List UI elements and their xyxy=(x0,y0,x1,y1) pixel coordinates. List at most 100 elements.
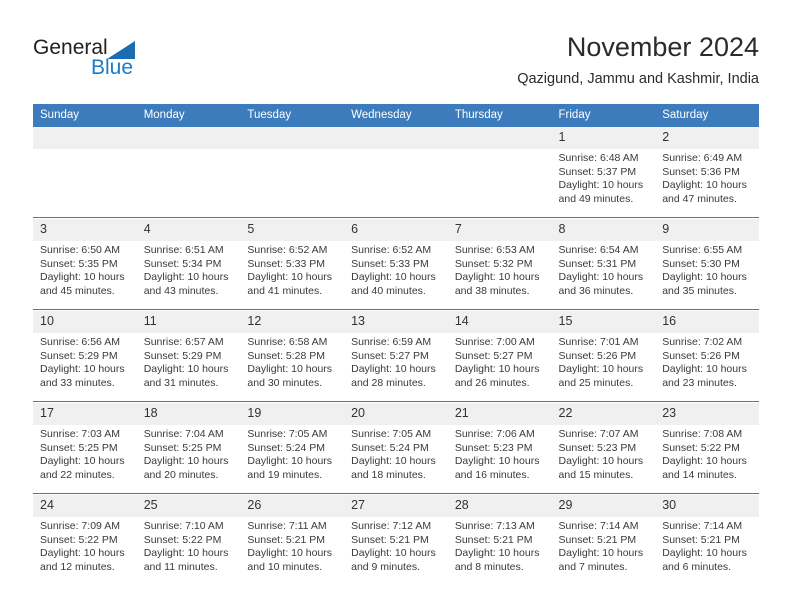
calendar-day-cell[interactable]: 11 Sunrise: 6:57 AM Sunset: 5:29 PM Dayligh… xyxy=(136,311,241,402)
day-sun-info-line: and 49 minutes. xyxy=(558,192,634,205)
day-sun-info-line: Daylight: 10 hours xyxy=(143,547,229,560)
day-sun-info: Sunrise: 7:12 AM Sunset: 5:21 PM Daylight:… xyxy=(344,517,448,574)
day-number: 29 xyxy=(551,495,656,517)
day-sun-info-line: Sunset: 5:33 PM xyxy=(351,257,429,270)
day-sun-info: Sunrise: 7:13 AM Sunset: 5:21 PM Daylight:… xyxy=(448,517,552,574)
weekday-header-monday: Monday xyxy=(136,104,241,127)
day-sun-info: Sunrise: 6:48 AM Sunset: 5:37 PM Daylight:… xyxy=(552,149,656,206)
day-sun-info: Sunrise: 7:01 AM Sunset: 5:26 PM Daylight:… xyxy=(552,333,656,390)
calendar-day-cell[interactable]: 27 Sunrise: 7:12 AM Sunset: 5:21 PM Dayligh… xyxy=(344,495,448,585)
calendar-day-cell[interactable]: 13 Sunrise: 6:59 AM Sunset: 5:27 PM Dayligh… xyxy=(344,311,448,402)
day-sun-info-line: Sunset: 5:26 PM xyxy=(558,349,637,362)
day-sun-info-line: Sunrise: 7:11 AM xyxy=(247,520,327,532)
calendar-day-cell[interactable]: 9 Sunrise: 6:55 AM Sunset: 5:30 PM Daylight… xyxy=(655,219,759,310)
calendar-day-cell[interactable] xyxy=(344,127,448,218)
day-cell-empty xyxy=(344,127,448,217)
calendar-day-cell[interactable]: 20 Sunrise: 7:05 AM Sunset: 5:24 PM Dayligh… xyxy=(344,403,448,494)
day-number: 24 xyxy=(33,495,137,517)
day-cell-content: 19 Sunrise: 7:05 AM Sunset: 5:24 PM Dayligh… xyxy=(240,403,345,493)
calendar-day-cell[interactable]: 19 Sunrise: 7:05 AM Sunset: 5:24 PM Dayligh… xyxy=(240,403,345,494)
day-sun-info-line: and 12 minutes. xyxy=(40,560,115,573)
day-number: 1 xyxy=(551,127,656,149)
day-sun-info-line: Sunrise: 6:50 AM xyxy=(40,244,120,256)
day-sun-info: Sunrise: 6:50 AM Sunset: 5:35 PM Daylight:… xyxy=(33,241,137,298)
calendar-day-cell[interactable]: 25 Sunrise: 7:10 AM Sunset: 5:22 PM Dayligh… xyxy=(136,495,241,585)
calendar-day-cell[interactable]: 5 Sunrise: 6:52 AM Sunset: 5:33 PM Daylight… xyxy=(240,219,345,310)
day-sun-info-line: and 14 minutes. xyxy=(662,468,737,481)
calendar-week-row: 24 Sunrise: 7:09 AM Sunset: 5:22 PM Dayligh… xyxy=(33,495,759,585)
calendar-day-cell[interactable]: 10 Sunrise: 6:56 AM Sunset: 5:29 PM Dayligh… xyxy=(33,311,137,402)
day-cell-content: 14 Sunrise: 7:00 AM Sunset: 5:27 PM Dayligh… xyxy=(447,311,552,401)
calendar-day-cell[interactable] xyxy=(136,127,241,218)
calendar-day-cell[interactable]: 15 Sunrise: 7:01 AM Sunset: 5:26 PM Dayligh… xyxy=(551,311,656,402)
day-sun-info-line: and 22 minutes. xyxy=(40,468,115,481)
day-sun-info-line: Daylight: 10 hours xyxy=(247,455,333,468)
weekday-header-friday: Friday xyxy=(551,104,656,127)
day-sun-info-line: Sunset: 5:21 PM xyxy=(247,533,326,546)
day-number: 30 xyxy=(655,495,759,517)
calendar-day-cell[interactable]: 1 Sunrise: 6:48 AM Sunset: 5:37 PM Daylight… xyxy=(551,127,656,218)
calendar-day-cell[interactable]: 26 Sunrise: 7:11 AM Sunset: 5:21 PM Dayligh… xyxy=(240,495,345,585)
calendar-day-cell[interactable]: 2 Sunrise: 6:49 AM Sunset: 5:36 PM Daylight… xyxy=(655,127,759,218)
day-sun-info-line: and 25 minutes. xyxy=(558,376,634,389)
calendar-day-cell[interactable]: 21 Sunrise: 7:06 AM Sunset: 5:23 PM Dayligh… xyxy=(447,403,552,494)
calendar-day-cell[interactable] xyxy=(33,127,137,218)
calendar-day-cell[interactable]: 4 Sunrise: 6:51 AM Sunset: 5:34 PM Daylight… xyxy=(136,219,241,310)
day-sun-info: Sunrise: 7:10 AM Sunset: 5:22 PM Daylight:… xyxy=(137,517,241,574)
day-sun-info: Sunrise: 7:04 AM Sunset: 5:25 PM Daylight:… xyxy=(137,425,241,482)
calendar-week-row: 17 Sunrise: 7:03 AM Sunset: 5:25 PM Dayligh… xyxy=(33,403,759,494)
day-cell-content: 23 Sunrise: 7:08 AM Sunset: 5:22 PM Dayligh… xyxy=(655,403,759,493)
day-sun-info-line: Sunrise: 6:57 AM xyxy=(143,336,224,348)
day-cell-content: 17 Sunrise: 7:03 AM Sunset: 5:25 PM Dayligh… xyxy=(33,403,137,493)
day-sun-info: Sunrise: 7:08 AM Sunset: 5:22 PM Daylight:… xyxy=(655,425,759,482)
day-sun-info-line: and 18 minutes. xyxy=(351,468,426,481)
calendar-day-cell[interactable]: 28 Sunrise: 7:13 AM Sunset: 5:21 PM Dayligh… xyxy=(447,495,552,585)
day-sun-info-line: and 23 minutes. xyxy=(662,376,737,389)
day-sun-info-line: Sunrise: 7:05 AM xyxy=(351,428,432,440)
calendar-day-cell[interactable]: 22 Sunrise: 7:07 AM Sunset: 5:23 PM Dayligh… xyxy=(551,403,656,494)
calendar-day-cell[interactable]: 18 Sunrise: 7:04 AM Sunset: 5:25 PM Dayligh… xyxy=(136,403,241,494)
day-sun-info-line: Daylight: 10 hours xyxy=(558,363,644,376)
day-number xyxy=(33,127,137,149)
calendar-day-cell[interactable] xyxy=(240,127,345,218)
day-cell-content: 29 Sunrise: 7:14 AM Sunset: 5:21 PM Dayligh… xyxy=(551,495,656,585)
day-number: 2 xyxy=(655,127,759,149)
calendar-day-cell[interactable]: 30 Sunrise: 7:14 AM Sunset: 5:21 PM Dayligh… xyxy=(655,495,759,585)
day-cell-content: 30 Sunrise: 7:14 AM Sunset: 5:21 PM Dayligh… xyxy=(655,495,759,585)
calendar-day-cell[interactable] xyxy=(447,127,552,218)
day-sun-info-line: Sunrise: 6:58 AM xyxy=(247,336,328,348)
day-number: 27 xyxy=(344,495,448,517)
day-sun-info-line: Daylight: 10 hours xyxy=(351,363,436,376)
day-sun-info-line: and 38 minutes. xyxy=(454,284,530,297)
general-blue-logo[interactable]: General Blue xyxy=(33,36,213,86)
day-number: 8 xyxy=(551,219,656,241)
day-sun-info-line: and 7 minutes. xyxy=(558,560,628,573)
day-sun-info-line: Sunrise: 7:00 AM xyxy=(454,336,535,348)
day-sun-info-line: Daylight: 10 hours xyxy=(40,271,125,284)
day-sun-info-line: Daylight: 10 hours xyxy=(40,455,125,468)
calendar-day-cell[interactable]: 8 Sunrise: 6:54 AM Sunset: 5:31 PM Daylight… xyxy=(551,219,656,310)
calendar-day-cell[interactable]: 23 Sunrise: 7:08 AM Sunset: 5:22 PM Dayligh… xyxy=(655,403,759,494)
calendar-day-cell[interactable]: 7 Sunrise: 6:53 AM Sunset: 5:32 PM Daylight… xyxy=(447,219,552,310)
calendar-day-cell[interactable]: 6 Sunrise: 6:52 AM Sunset: 5:33 PM Daylight… xyxy=(344,219,448,310)
calendar-day-cell[interactable]: 24 Sunrise: 7:09 AM Sunset: 5:22 PM Dayligh… xyxy=(33,495,137,585)
day-sun-info: Sunrise: 6:57 AM Sunset: 5:29 PM Daylight:… xyxy=(137,333,241,390)
calendar-day-cell[interactable]: 29 Sunrise: 7:14 AM Sunset: 5:21 PM Dayligh… xyxy=(551,495,656,585)
calendar-day-cell[interactable]: 16 Sunrise: 7:02 AM Sunset: 5:26 PM Dayligh… xyxy=(655,311,759,402)
day-sun-info-line: Daylight: 10 hours xyxy=(558,271,644,284)
day-cell-content: 10 Sunrise: 6:56 AM Sunset: 5:29 PM Dayligh… xyxy=(33,311,137,401)
calendar-day-cell[interactable]: 12 Sunrise: 6:58 AM Sunset: 5:28 PM Dayligh… xyxy=(240,311,345,402)
day-sun-info-line: and 35 minutes. xyxy=(662,284,737,297)
day-sun-info-line: Sunrise: 6:56 AM xyxy=(40,336,120,348)
day-sun-info-line: and 45 minutes. xyxy=(40,284,115,297)
day-sun-info-line: Sunrise: 6:54 AM xyxy=(558,244,639,256)
day-sun-info: Sunrise: 7:05 AM Sunset: 5:24 PM Daylight:… xyxy=(240,425,344,482)
day-sun-info-line: Sunset: 5:32 PM xyxy=(454,257,533,270)
calendar-day-cell[interactable]: 3 Sunrise: 6:50 AM Sunset: 5:35 PM Daylight… xyxy=(33,219,137,310)
day-sun-info-line: Sunset: 5:24 PM xyxy=(351,441,429,454)
day-cell-content: 20 Sunrise: 7:05 AM Sunset: 5:24 PM Dayligh… xyxy=(344,403,448,493)
day-cell-content: 6 Sunrise: 6:52 AM Sunset: 5:33 PM Daylight… xyxy=(344,219,448,309)
calendar-day-cell[interactable]: 17 Sunrise: 7:03 AM Sunset: 5:25 PM Dayligh… xyxy=(33,403,137,494)
calendar-day-cell[interactable]: 14 Sunrise: 7:00 AM Sunset: 5:27 PM Dayligh… xyxy=(447,311,552,402)
day-sun-info-line: Sunrise: 7:06 AM xyxy=(454,428,535,440)
